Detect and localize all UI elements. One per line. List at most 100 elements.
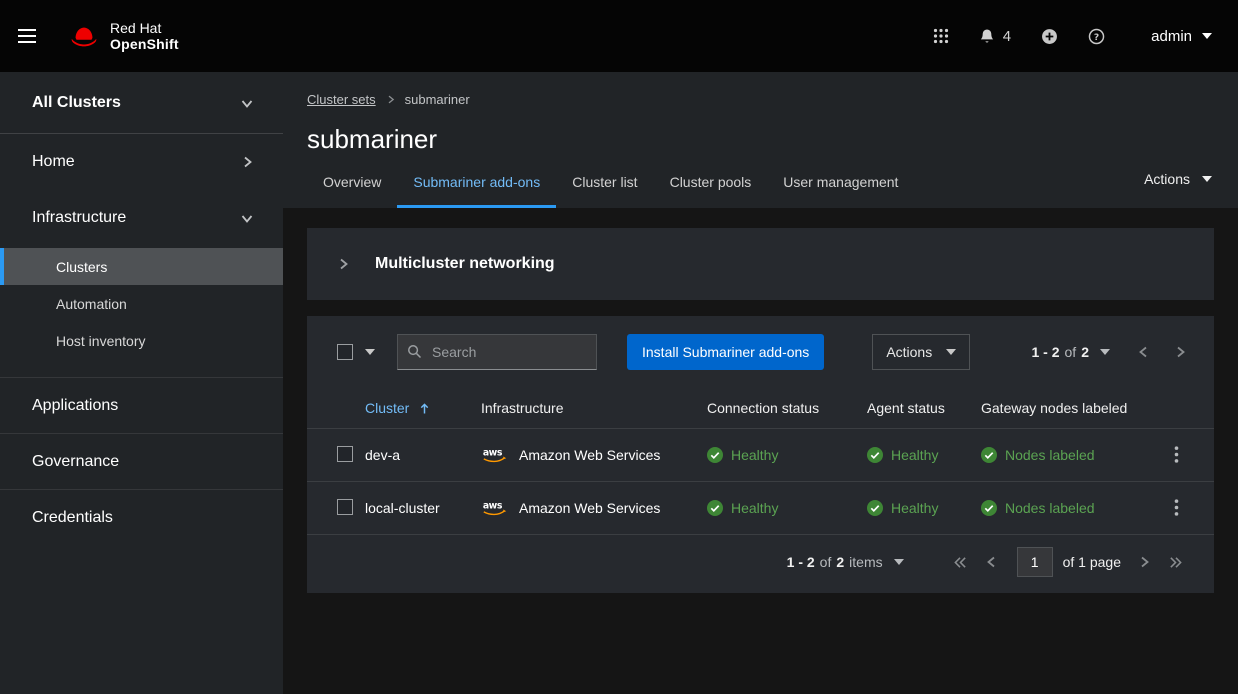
sidebar-item-automation[interactable]: Automation bbox=[0, 285, 283, 322]
pagination-items-label: items bbox=[849, 554, 882, 570]
caret-down-icon bbox=[1100, 349, 1110, 355]
status-label: Nodes labeled bbox=[1005, 447, 1095, 463]
page-number-input[interactable] bbox=[1017, 547, 1053, 577]
top-pagination-menu-button[interactable]: 1 - 2 of 2 bbox=[1032, 344, 1111, 360]
col-header-label: Cluster bbox=[365, 400, 409, 416]
svg-text:aws: aws bbox=[483, 500, 503, 511]
pagination-range: 1 - 2 bbox=[1032, 344, 1060, 360]
sidebar-item-credentials[interactable]: Credentials bbox=[0, 489, 283, 545]
add-button[interactable] bbox=[1041, 28, 1058, 45]
tab-user-management[interactable]: User management bbox=[767, 161, 914, 208]
row-kebab-button[interactable] bbox=[1168, 444, 1185, 465]
tab-cluster-list[interactable]: Cluster list bbox=[556, 161, 653, 208]
page-header: Cluster sets submariner submariner Overv… bbox=[283, 72, 1238, 208]
gateway-status: Nodes labeled bbox=[981, 447, 1152, 463]
angle-double-right-icon bbox=[1168, 556, 1183, 569]
svg-text:?: ? bbox=[1094, 32, 1099, 42]
kebab-icon bbox=[1174, 446, 1179, 463]
sidebar-item-label: Infrastructure bbox=[32, 209, 126, 227]
notifications-button[interactable]: 4 bbox=[979, 28, 1011, 45]
sidebar-item-infrastructure[interactable]: Infrastructure bbox=[0, 190, 283, 246]
search-box bbox=[397, 334, 597, 370]
last-page-button[interactable] bbox=[1159, 550, 1192, 575]
connection-status: Healthy bbox=[707, 447, 851, 463]
check-circle-icon bbox=[981, 500, 997, 516]
sidebar-item-clusters[interactable]: Clusters bbox=[0, 248, 283, 285]
table-row: local-cluster aws Amazon Web Services bbox=[307, 482, 1214, 535]
cluster-name: local-cluster bbox=[365, 500, 440, 516]
next-page-button[interactable] bbox=[1129, 550, 1159, 574]
breadcrumb-link-cluster-sets[interactable]: Cluster sets bbox=[307, 92, 376, 107]
svg-text:aws: aws bbox=[483, 447, 503, 458]
pagination-range: 1 - 2 bbox=[787, 554, 815, 570]
notification-count-badge: 4 bbox=[1003, 28, 1011, 45]
bulk-select-checkbox[interactable] bbox=[337, 344, 353, 360]
check-circle-icon bbox=[981, 447, 997, 463]
install-submariner-button[interactable]: Install Submariner add-ons bbox=[627, 334, 824, 370]
app-launcher-button[interactable] bbox=[933, 28, 949, 44]
caret-down-icon bbox=[1202, 33, 1212, 39]
sidebar-item-label: Governance bbox=[32, 453, 119, 471]
items-per-page-button[interactable]: 1 - 2 of 2 items bbox=[787, 554, 904, 570]
tab-overview[interactable]: Overview bbox=[307, 161, 397, 208]
card-title: Multicluster networking bbox=[375, 255, 555, 273]
redhat-openshift-logo: Red Hat OpenShift bbox=[68, 20, 179, 52]
pagination-total: 2 bbox=[1081, 344, 1089, 360]
sidebar-item-label: Home bbox=[32, 153, 75, 171]
breadcrumb-separator-icon bbox=[386, 95, 395, 104]
help-button[interactable]: ? bbox=[1088, 28, 1105, 45]
perspective-switcher[interactable]: All Clusters bbox=[0, 72, 283, 134]
angle-right-icon bbox=[1138, 556, 1150, 568]
first-page-button[interactable] bbox=[944, 550, 977, 575]
sort-arrow-up-icon bbox=[419, 402, 430, 415]
sort-by-cluster-button[interactable]: Cluster bbox=[365, 400, 430, 416]
sidebar-item-host-inventory[interactable]: Host inventory bbox=[0, 322, 283, 359]
angle-left-icon bbox=[1138, 346, 1150, 358]
bottom-pagination: 1 - 2 of 2 items of 1 page bbox=[307, 535, 1214, 593]
nav-toggle-button[interactable] bbox=[18, 29, 36, 43]
infrastructure-label: Amazon Web Services bbox=[519, 447, 660, 463]
tab-cluster-pools[interactable]: Cluster pools bbox=[654, 161, 768, 208]
search-input[interactable] bbox=[397, 334, 597, 370]
sidebar-item-home[interactable]: Home bbox=[0, 134, 283, 190]
table-toolbar: Install Submariner add-ons Actions 1 - 2… bbox=[307, 316, 1214, 388]
table-actions-dropdown[interactable]: Actions bbox=[872, 334, 970, 370]
status-label: Healthy bbox=[731, 500, 778, 516]
top-prev-page-button[interactable] bbox=[1126, 338, 1162, 366]
breadcrumb: Cluster sets submariner bbox=[307, 92, 1214, 107]
angle-double-left-icon bbox=[953, 556, 968, 569]
search-icon bbox=[407, 344, 422, 359]
multicluster-networking-card: Multicluster networking bbox=[307, 228, 1214, 300]
caret-down-icon bbox=[365, 349, 375, 355]
sidebar-item-applications[interactable]: Applications bbox=[0, 377, 283, 433]
row-checkbox[interactable] bbox=[337, 446, 353, 462]
pagination-total: 2 bbox=[836, 554, 844, 570]
angle-right-icon bbox=[1174, 346, 1186, 358]
perspective-label: All Clusters bbox=[32, 94, 121, 112]
username: admin bbox=[1151, 28, 1192, 45]
aws-icon: aws bbox=[481, 446, 509, 464]
user-menu-button[interactable]: admin bbox=[1151, 28, 1212, 45]
sidebar-item-label: Credentials bbox=[32, 509, 113, 527]
bulk-select-caret-button[interactable] bbox=[365, 349, 375, 355]
infrastructure-cell: aws Amazon Web Services bbox=[481, 499, 691, 517]
bell-icon bbox=[979, 28, 995, 45]
pagination-of-label: of bbox=[1065, 344, 1077, 360]
top-next-page-button[interactable] bbox=[1162, 338, 1198, 366]
masthead: Red Hat OpenShift 4 bbox=[0, 0, 1238, 72]
sidebar-item-label: Automation bbox=[56, 296, 127, 312]
table-header-row: Cluster Infrastructure Connection status… bbox=[307, 388, 1214, 429]
row-kebab-button[interactable] bbox=[1168, 497, 1185, 518]
status-label: Healthy bbox=[891, 500, 938, 516]
top-pagination: 1 - 2 of 2 bbox=[1032, 338, 1199, 366]
expand-toggle-button[interactable] bbox=[337, 258, 349, 270]
prev-page-button[interactable] bbox=[977, 550, 1007, 574]
tab-submariner-add-ons[interactable]: Submariner add-ons bbox=[397, 161, 556, 208]
apps-grid-icon bbox=[933, 28, 949, 44]
clusters-table-card: Install Submariner add-ons Actions 1 - 2… bbox=[307, 316, 1214, 593]
check-circle-icon bbox=[707, 447, 723, 463]
row-checkbox[interactable] bbox=[337, 499, 353, 515]
content-area: Multicluster networking Install Submarin… bbox=[283, 208, 1238, 613]
sidebar-item-governance[interactable]: Governance bbox=[0, 433, 283, 489]
page-actions-dropdown[interactable]: Actions bbox=[1142, 165, 1214, 193]
